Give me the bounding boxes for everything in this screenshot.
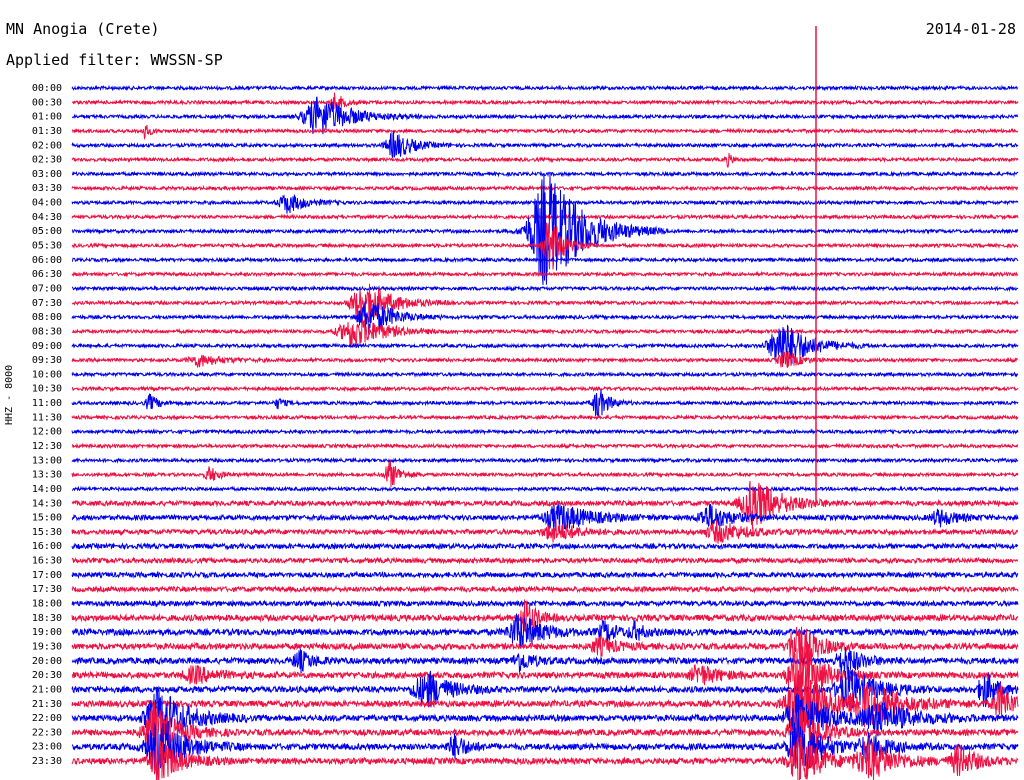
- trace-time-label: 23:00: [32, 742, 62, 753]
- seismic-trace: [71, 170, 1019, 178]
- seismic-trace: [71, 92, 1019, 112]
- seismic-trace: [71, 599, 1019, 608]
- seismic-trace: [71, 131, 1019, 158]
- trace-time-label: 19:30: [32, 641, 62, 652]
- trace-time-label: 00:00: [32, 83, 62, 94]
- trace-time-label: 14:30: [32, 498, 62, 509]
- seismic-trace: [71, 485, 1019, 493]
- trace-time-label: 16:30: [32, 556, 62, 567]
- trace-time-label: 16:00: [32, 541, 62, 552]
- trace-time-label: 21:00: [32, 684, 62, 695]
- trace-time-label: 02:30: [32, 155, 62, 166]
- seismic-trace: [71, 584, 1019, 594]
- trace-time-label: 14:00: [32, 484, 62, 495]
- seismogram-plot: 00:00 00:30 01:00 01:30 02:00 02:30 03:00 03:30…: [32, 26, 1019, 780]
- seismic-trace: [71, 84, 1019, 92]
- seismic-trace: [71, 638, 1019, 710]
- seismic-trace: [71, 124, 1019, 141]
- trace-time-label: 15:30: [32, 527, 62, 538]
- trace-time-label: 02:00: [32, 140, 62, 151]
- trace-time-label: 12:30: [32, 441, 62, 452]
- seismic-trace: [71, 385, 1019, 393]
- trace-time-label: 11:00: [32, 398, 62, 409]
- seismic-trace: [71, 460, 1019, 488]
- seismic-trace: [71, 520, 1018, 544]
- trace-time-label: 06:00: [32, 255, 62, 266]
- trace-time-label: 13:30: [32, 470, 62, 481]
- trace-time-label: 17:00: [32, 570, 62, 581]
- trace-time-label: 01:00: [32, 112, 62, 123]
- trace-time-label: 06:30: [32, 269, 62, 280]
- trace-time-label: 01:30: [32, 126, 62, 137]
- trace-time-label: 10:00: [32, 369, 62, 380]
- seismic-trace: [71, 442, 1019, 450]
- trace-time-label: 13:00: [32, 455, 62, 466]
- seismic-trace: [71, 184, 1018, 192]
- trace-time-label: 12:00: [32, 427, 62, 438]
- trace-time-label: 00:30: [32, 97, 62, 108]
- trace-time-label: 11:30: [32, 412, 62, 423]
- seismic-trace: [71, 370, 1019, 378]
- seismic-trace: [71, 413, 1019, 421]
- trace-time-label: 20:30: [32, 670, 62, 681]
- trace-time-label: 05:30: [32, 241, 62, 252]
- trace-time-label: 07:30: [32, 298, 62, 309]
- seismic-trace: [71, 153, 1019, 168]
- trace-time-label: 09:00: [32, 341, 62, 352]
- seismic-trace: [71, 556, 1019, 565]
- trace-time-label: 22:00: [32, 713, 62, 724]
- seismic-trace: [71, 319, 1019, 346]
- trace-time-label: 23:30: [32, 756, 62, 767]
- trace-time-label: 18:30: [32, 613, 62, 624]
- trace-time-label: 10:30: [32, 384, 62, 395]
- trace-time-label: 22:30: [32, 727, 62, 738]
- trace-time-label: 08:00: [32, 312, 62, 323]
- trace-time-label: 17:30: [32, 584, 62, 595]
- seismic-trace: [71, 285, 1019, 292]
- seismic-trace: [71, 389, 1019, 419]
- seismic-trace: [71, 646, 1019, 676]
- trace-time-label: 08:30: [32, 326, 62, 337]
- seismic-trace: [71, 456, 1019, 464]
- trace-time-label: 18:00: [32, 599, 62, 610]
- trace-time-label: 09:30: [32, 355, 62, 366]
- trace-time-label: 19:00: [32, 627, 62, 638]
- trace-time-label: 15:00: [32, 513, 62, 524]
- trace-time-label: 05:00: [32, 226, 62, 237]
- seismic-trace: [71, 570, 1019, 580]
- trace-time-label: 03:30: [32, 183, 62, 194]
- trace-time-label: 04:30: [32, 212, 62, 223]
- seismic-trace: [71, 541, 1019, 551]
- trace-time-label: 20:00: [32, 656, 62, 667]
- trace-time-label: 07:00: [32, 283, 62, 294]
- seismic-trace: [71, 349, 1018, 369]
- trace-time-label: 21:30: [32, 699, 62, 710]
- trace-time-label: 04:00: [32, 198, 62, 209]
- trace-time-label: 03:00: [32, 169, 62, 180]
- seismic-trace: [71, 428, 1019, 436]
